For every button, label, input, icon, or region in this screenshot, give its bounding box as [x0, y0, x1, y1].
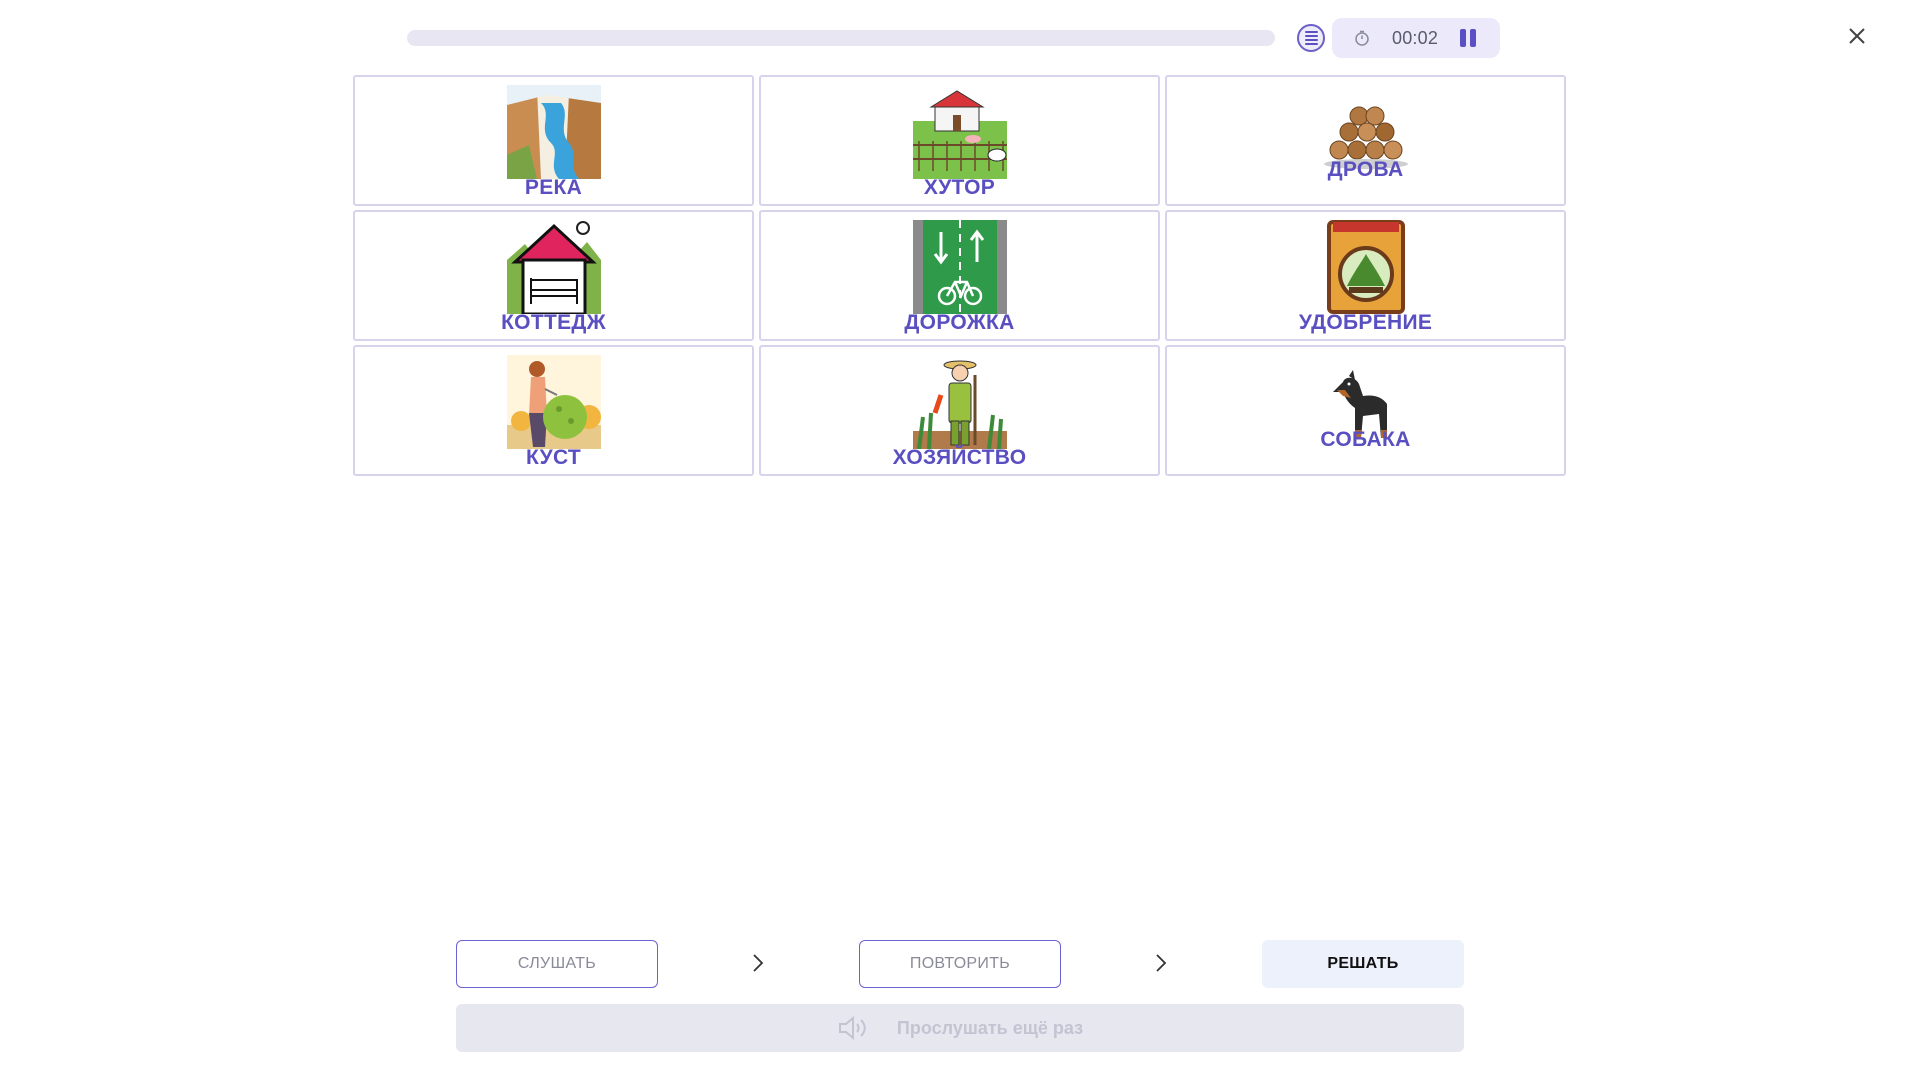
replay-label: Прослушать ещё раз [896, 1017, 1084, 1038]
card-fertilizer[interactable]: УДОБРЕНИЕ [1165, 210, 1566, 341]
card-label: УДОБРЕНИЕ [1298, 311, 1433, 334]
card-label: КУСТ [525, 446, 582, 469]
replay-button[interactable]: Прослушать ещё раз [456, 1004, 1464, 1052]
card-firewood[interactable]: ДРОВА [1165, 75, 1566, 206]
farmer-icon [912, 355, 1007, 449]
stopwatch-icon [1355, 30, 1369, 46]
close-icon[interactable] [1845, 24, 1869, 48]
card-label: ХУТОР [923, 176, 996, 199]
word-card-grid: РЕКА ХУТОР ДРОВА КОТТЕДЖ ДОРОЖКА УДОБРЕН… [353, 75, 1567, 476]
card-label: РЕКА [524, 176, 583, 199]
chevron-right-icon [1156, 954, 1167, 972]
card-dog[interactable]: СОБАКА [1165, 345, 1566, 476]
timer-value: 00:02 [1392, 28, 1439, 48]
repeat-button[interactable]: ПОВТОРИТЬ [859, 940, 1061, 988]
cottage-icon [506, 220, 601, 314]
progress-bar [407, 30, 1275, 46]
listen-button[interactable]: СЛУШАТЬ [456, 940, 658, 988]
card-label: СОБАКА [1320, 428, 1411, 451]
exercise-screen: 00:02 РЕКА ХУТОР ДРОВА КОТТЕДЖ ДОРОЖКА У… [0, 0, 1920, 1080]
fertilizer-icon [1326, 220, 1405, 314]
chevron-right-icon [753, 954, 764, 972]
card-farmstead[interactable]: ХУТОР [759, 75, 1160, 206]
card-bike-path[interactable]: ДОРОЖКА [759, 210, 1160, 341]
speaker-icon [838, 1015, 866, 1041]
bush-icon [506, 355, 601, 449]
solve-button[interactable]: РЕШАТЬ [1262, 940, 1464, 988]
card-cottage[interactable]: КОТТЕДЖ [353, 210, 754, 341]
bike-path-icon [912, 220, 1007, 314]
card-label: ХОЗЯЙСТВО [892, 446, 1027, 469]
card-label: КОТТЕДЖ [501, 311, 606, 334]
card-farm[interactable]: ХОЗЯЙСТВО [759, 345, 1160, 476]
river-icon [506, 85, 601, 179]
list-icon[interactable] [1297, 24, 1325, 52]
pause-icon[interactable] [1458, 29, 1478, 47]
card-bush[interactable]: КУСТ [353, 345, 754, 476]
card-label: ДОРОЖКА [904, 311, 1015, 334]
timer-panel: 00:02 [1332, 18, 1500, 58]
card-label: ДРОВА [1327, 158, 1404, 181]
farmstead-icon [912, 85, 1007, 179]
card-river[interactable]: РЕКА [353, 75, 754, 206]
